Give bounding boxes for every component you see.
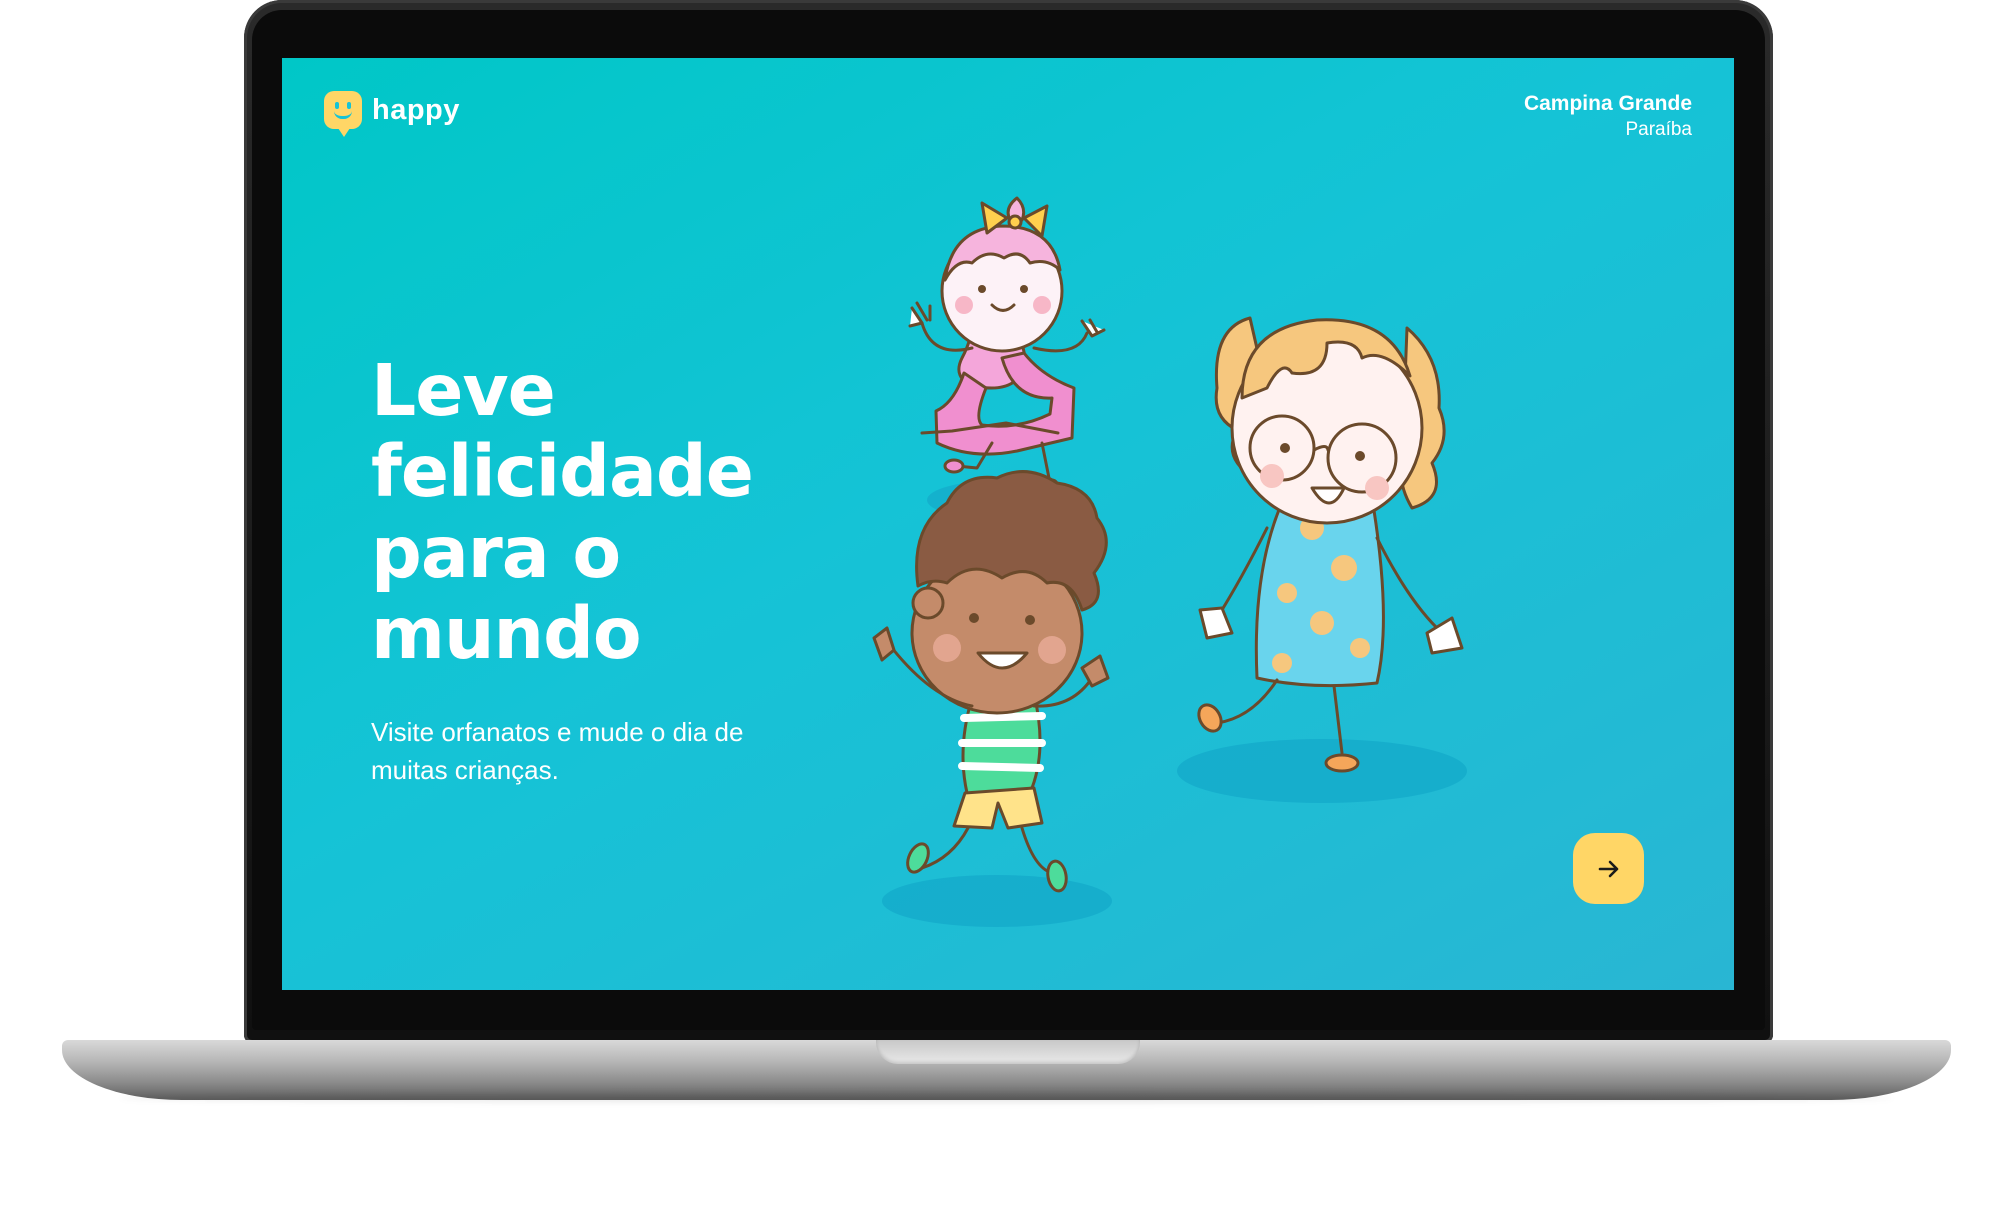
boy-curly-hair-figure <box>872 470 1110 893</box>
arrow-right-icon <box>1598 860 1618 877</box>
laptop-notch <box>876 1040 1140 1064</box>
girl-pink-figure <box>908 196 1106 502</box>
laptop-shadow <box>120 1093 1893 1103</box>
girl-blue-dress-figure <box>1197 316 1464 773</box>
landing-page: happy Campina Grande Paraíba Leve felici… <box>282 58 1734 990</box>
children-illustration <box>872 196 1467 927</box>
enter-app-button[interactable] <box>1573 833 1644 904</box>
